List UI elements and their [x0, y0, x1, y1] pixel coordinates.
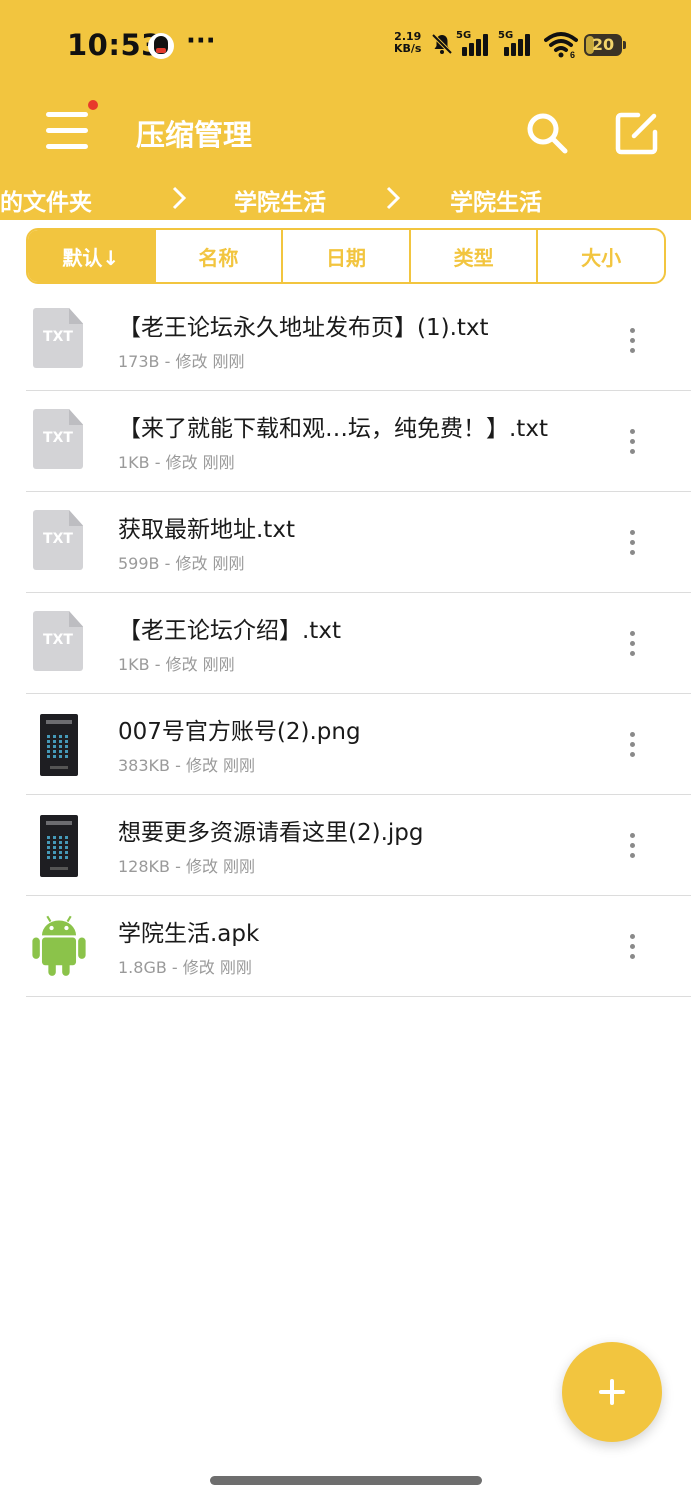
- image-thumbnail: [33, 813, 85, 877]
- chevron-right-icon: [386, 186, 401, 210]
- battery-icon: 20: [584, 34, 622, 56]
- page-title: 压缩管理: [136, 118, 253, 152]
- file-name: 【来了就能下载和观…坛，纯免费！】.txt: [118, 416, 548, 442]
- file-row[interactable]: 学院生活.apk 1.8GB - 修改 刚刚: [0, 896, 691, 997]
- more-options-icon[interactable]: [620, 326, 644, 356]
- file-row[interactable]: TXT 【老王论坛永久地址发布页】(1).txt 173B - 修改 刚刚: [0, 290, 691, 391]
- menu-button[interactable]: [40, 100, 98, 152]
- breadcrumb-item[interactable]: 学院生活: [234, 183, 326, 217]
- more-notifications-icon: ···: [186, 26, 216, 56]
- sort-tab-size[interactable]: 大小: [538, 230, 664, 282]
- sort-tab-date[interactable]: 日期: [283, 230, 411, 282]
- more-options-icon[interactable]: [620, 629, 644, 659]
- more-options-icon[interactable]: [620, 427, 644, 457]
- signal-icon: 5G: [456, 30, 494, 58]
- file-name: 获取最新地址.txt: [118, 517, 295, 543]
- sort-tab-default[interactable]: 默认↓: [28, 230, 156, 282]
- file-row[interactable]: TXT 【来了就能下载和观…坛，纯免费！】.txt 1KB - 修改 刚刚: [0, 391, 691, 492]
- wifi-icon: 6: [544, 32, 578, 58]
- breadcrumb-item[interactable]: 学院生活: [450, 183, 542, 217]
- file-meta: 1KB - 修改 刚刚: [118, 453, 235, 472]
- file-name: 想要更多资源请看这里(2).jpg: [118, 820, 424, 846]
- file-name: 【老王论坛介绍】.txt: [118, 618, 341, 644]
- sort-tabs: 默认↓ 名称 日期 类型 大小: [26, 228, 666, 284]
- app-header: 10:53 ··· 2.19 KB/s 5G 5G 6 20 压缩管理 的文件夹…: [0, 0, 691, 220]
- file-meta: 1.8GB - 修改 刚刚: [118, 958, 252, 977]
- file-row[interactable]: TXT 获取最新地址.txt 599B - 修改 刚刚: [0, 492, 691, 593]
- txt-file-icon: TXT: [33, 510, 85, 572]
- network-speed-unit: KB/s: [394, 42, 422, 55]
- file-row[interactable]: TXT 【老王论坛介绍】.txt 1KB - 修改 刚刚: [0, 593, 691, 694]
- file-name: 007号官方账号(2).png: [118, 719, 361, 745]
- chevron-right-icon: [172, 186, 187, 210]
- file-meta: 1KB - 修改 刚刚: [118, 655, 235, 674]
- qq-icon: [148, 33, 174, 59]
- sim1-network-type: 5G: [456, 30, 472, 41]
- txt-file-icon: TXT: [33, 611, 85, 673]
- more-options-icon[interactable]: [620, 831, 644, 861]
- add-button[interactable]: [562, 1342, 662, 1442]
- file-list: TXT 【老王论坛永久地址发布页】(1).txt 173B - 修改 刚刚 TX…: [0, 290, 691, 997]
- notification-dot: [88, 100, 98, 110]
- bell-muted-icon: [431, 33, 453, 55]
- breadcrumb-item[interactable]: 的文件夹: [0, 183, 92, 217]
- battery-level: 20: [591, 35, 615, 54]
- home-indicator[interactable]: [210, 1476, 482, 1485]
- file-meta: 383KB - 修改 刚刚: [118, 756, 256, 775]
- signal-icon: 5G: [498, 30, 536, 58]
- file-meta: 599B - 修改 刚刚: [118, 554, 245, 573]
- more-options-icon[interactable]: [620, 730, 644, 760]
- more-options-icon[interactable]: [620, 932, 644, 962]
- wifi-badge: 6: [570, 50, 575, 58]
- file-row[interactable]: 007号官方账号(2).png 383KB - 修改 刚刚: [0, 694, 691, 795]
- file-meta: 173B - 修改 刚刚: [118, 352, 245, 371]
- file-name: 【老王论坛永久地址发布页】(1).txt: [118, 315, 489, 341]
- image-thumbnail: [33, 712, 85, 776]
- sort-tab-type[interactable]: 类型: [411, 230, 539, 282]
- edit-icon: [615, 112, 658, 155]
- edit-button[interactable]: [612, 108, 662, 158]
- txt-file-icon: TXT: [33, 308, 85, 370]
- sort-tab-name[interactable]: 名称: [156, 230, 284, 282]
- more-options-icon[interactable]: [620, 528, 644, 558]
- search-icon: [527, 113, 568, 154]
- network-speed: 2.19 KB/s: [394, 31, 421, 55]
- txt-file-icon: TXT: [33, 409, 85, 471]
- breadcrumb: 的文件夹 学院生活 学院生活: [0, 175, 691, 220]
- app-bar: 压缩管理: [0, 90, 691, 175]
- file-row[interactable]: 想要更多资源请看这里(2).jpg 128KB - 修改 刚刚: [0, 795, 691, 896]
- sim2-network-type: 5G: [498, 30, 514, 41]
- search-button[interactable]: [522, 108, 572, 158]
- android-icon: [32, 915, 86, 976]
- divider: [26, 996, 691, 997]
- file-name: 学院生活.apk: [118, 921, 260, 947]
- file-meta: 128KB - 修改 刚刚: [118, 857, 256, 876]
- status-bar: 10:53 ··· 2.19 KB/s 5G 5G 6 20: [0, 0, 691, 90]
